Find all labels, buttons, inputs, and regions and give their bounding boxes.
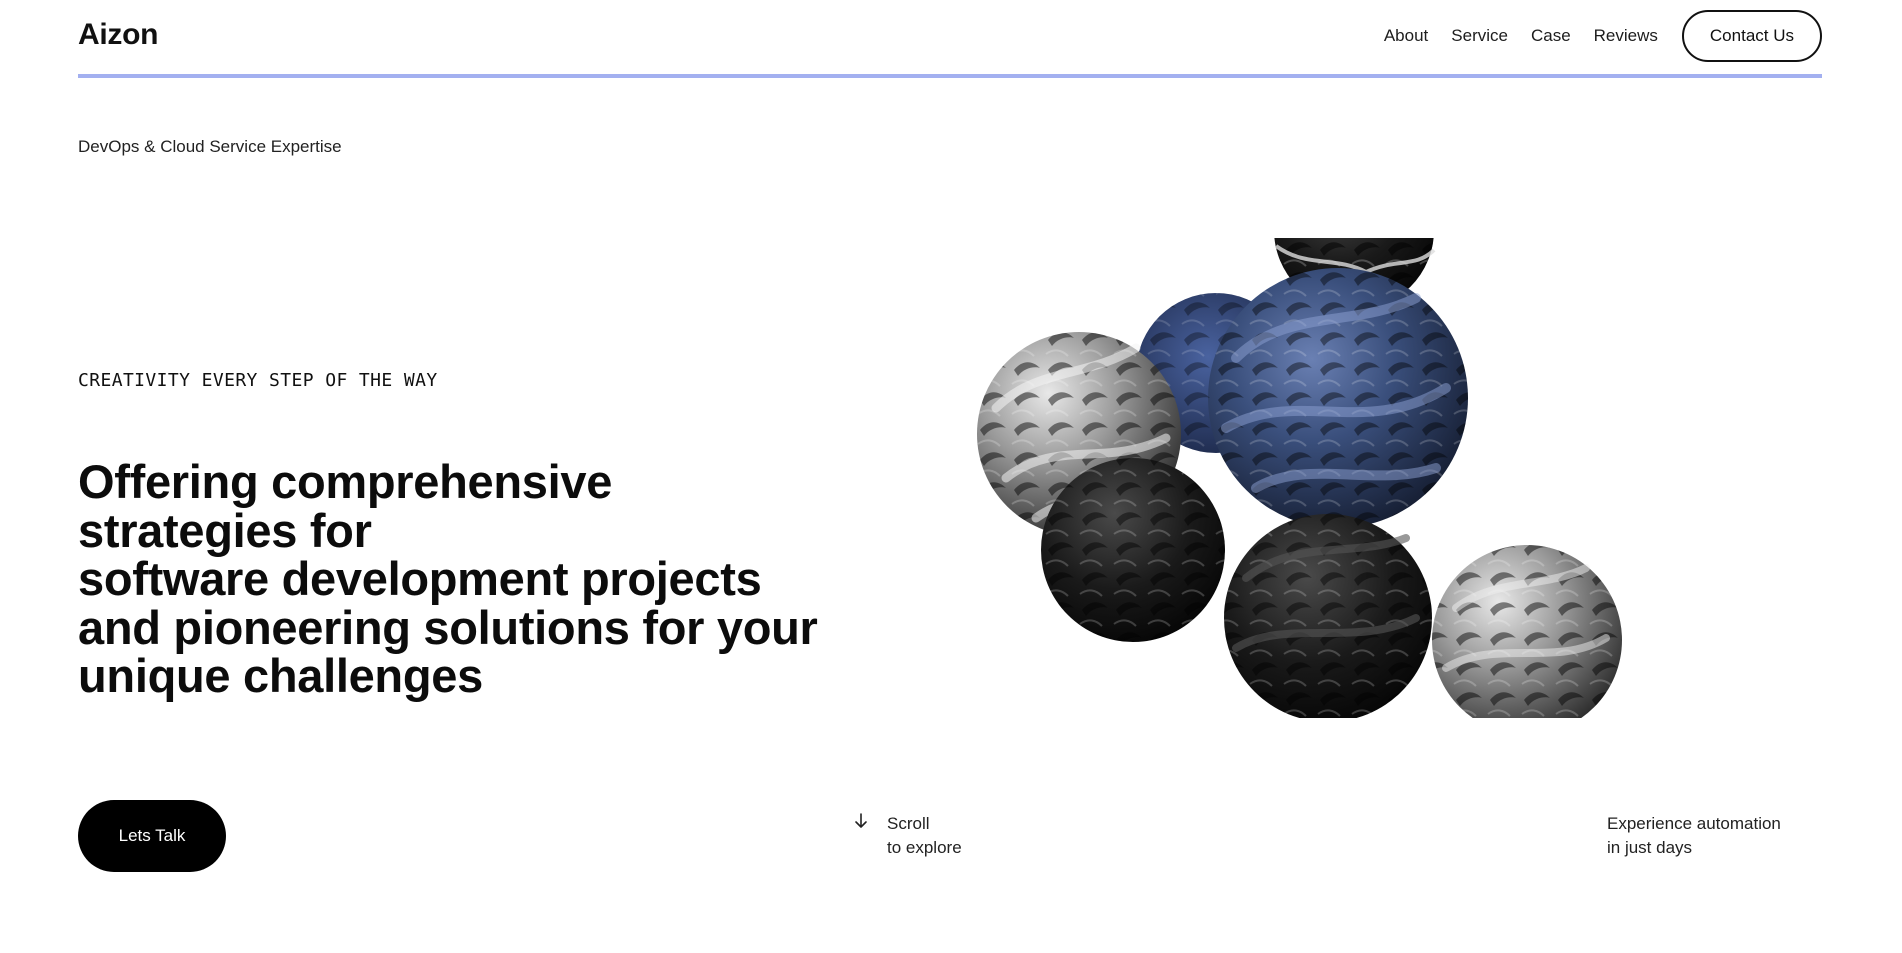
headline-line: unique challenges xyxy=(78,649,483,702)
nav-link-case[interactable]: Case xyxy=(1531,26,1571,46)
headline-line: software development projects xyxy=(78,552,762,605)
tagline-line-2: in just days xyxy=(1607,838,1693,857)
brand-logo[interactable]: Aizon xyxy=(78,18,158,52)
hero-headline: Offering comprehensive strategies for so… xyxy=(78,455,898,702)
site-header: Aizon About Service Case Reviews Contact… xyxy=(78,0,1822,78)
hero-spheres-illustration xyxy=(976,238,1632,718)
automation-tagline: Experience automation in just days xyxy=(1607,812,1781,860)
arrow-down-icon xyxy=(852,812,870,832)
headline-line: strategies for xyxy=(78,503,372,557)
headline-line: Offering comprehensive xyxy=(78,455,613,508)
scroll-text: Scroll to explore xyxy=(887,812,962,860)
hero-eyebrow: DevOps & Cloud Service Expertise xyxy=(78,137,342,156)
nav-link-about[interactable]: About xyxy=(1384,26,1428,46)
scroll-hint[interactable]: Scroll to explore xyxy=(852,812,962,860)
contact-us-button[interactable]: Contact Us xyxy=(1681,10,1822,62)
tagline-line-1: Experience automation xyxy=(1607,814,1781,833)
scroll-line-2: to explore xyxy=(887,838,962,857)
nav-link-reviews[interactable]: Reviews xyxy=(1594,26,1658,46)
headline-line: and pioneering solutions for your xyxy=(78,600,818,654)
nav-link-service[interactable]: Service xyxy=(1451,26,1508,46)
hero-kicker: CREATIVITY EVERY STEP OF THE WAY xyxy=(78,370,438,391)
main-nav: About Service Case Reviews Contact Us xyxy=(1384,10,1822,62)
scroll-line-1: Scroll xyxy=(887,814,930,833)
lets-talk-button[interactable]: Lets Talk xyxy=(78,800,226,872)
